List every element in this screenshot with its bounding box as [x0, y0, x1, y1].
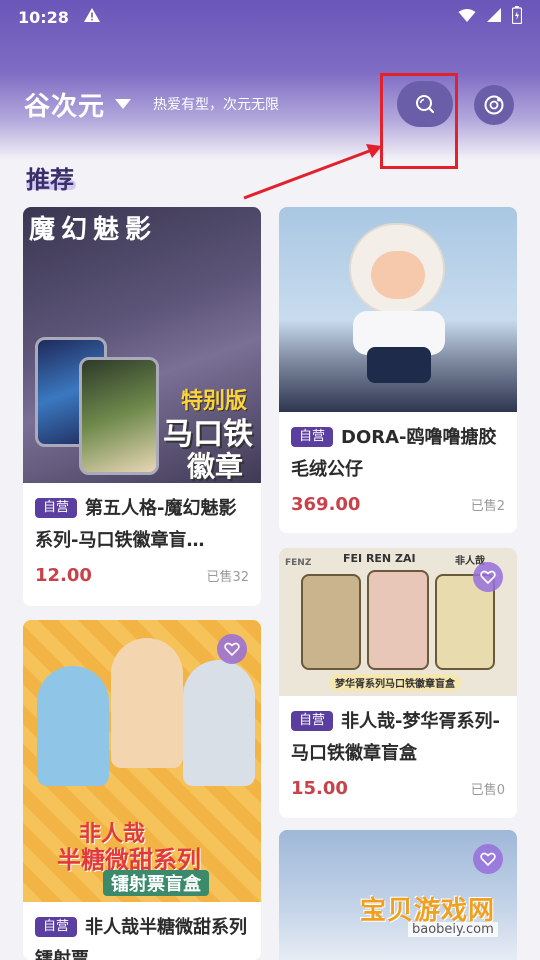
doll-legs	[367, 347, 431, 383]
image-brand-left: FENZ	[285, 558, 312, 568]
image-label-badge: 徽章	[187, 450, 244, 483]
product-price: 15.00	[291, 778, 348, 799]
character-art	[367, 570, 429, 670]
sold-count: 已售2	[470, 499, 505, 514]
heart-icon	[480, 570, 496, 585]
image-title-text: 魔幻魅影	[29, 215, 158, 245]
image-series-text: 梦华胥系列马口铁徽章盲盒	[329, 674, 461, 691]
character-art	[37, 666, 109, 786]
favorite-button[interactable]	[473, 844, 503, 874]
character-art	[111, 638, 183, 768]
badge-art	[79, 357, 159, 475]
product-image: FEI REN ZAI FENZ 非人哉 梦华胥系列马口铁徽章盲盒	[279, 548, 517, 696]
product-price: 12.00	[35, 565, 92, 586]
product-image	[279, 207, 517, 412]
sold-count: 已售0	[470, 783, 505, 798]
product-name: 自营 DORA-鸥噜噜搪胶毛绒公仔	[291, 422, 505, 486]
heart-icon	[224, 642, 240, 657]
doll-face	[371, 251, 425, 299]
product-card[interactable]: 魔幻魅影 特别版 马口铁 徽章 自营 第五人格-魔幻魅影系列-马口铁徽章盲… 12…	[23, 207, 261, 606]
self-operated-badge: 自营	[291, 427, 334, 447]
section-title: 推荐	[26, 166, 74, 194]
product-name: 自营 非人哉半糖微甜系列镭射票	[35, 912, 249, 960]
character-art	[301, 574, 361, 670]
product-name: 自营 第五人格-魔幻魅影系列-马口铁徽章盲…	[35, 493, 249, 557]
product-price: 369.00	[291, 494, 361, 515]
self-operated-badge: 自营	[35, 917, 78, 937]
favorite-button[interactable]	[473, 562, 503, 592]
heart-icon	[480, 852, 496, 867]
self-operated-badge: 自营	[35, 498, 78, 518]
product-card[interactable]: 自营 DORA-鸥噜噜搪胶毛绒公仔 369.00 已售2	[279, 207, 517, 533]
character-art	[183, 660, 255, 786]
favorite-button[interactable]	[217, 634, 247, 664]
image-subtitle-text: 镭射票盲盒	[103, 870, 209, 896]
sold-count: 已售32	[206, 570, 249, 585]
product-name: 自营 非人哉-梦华胥系列-马口铁徽章盲盒	[291, 706, 505, 770]
product-card[interactable]: FEI REN ZAI FENZ 非人哉 梦华胥系列马口铁徽章盲盒 自营 非人哉-…	[279, 548, 517, 818]
image-brand-text: FEI REN ZAI	[343, 552, 416, 565]
watermark-url: baobeiy.com	[408, 922, 498, 937]
product-card[interactable]: 非人哉 半糖微甜系列 镭射票盲盒 自营 非人哉半糖微甜系列镭射票	[23, 620, 261, 960]
self-operated-badge: 自营	[291, 711, 334, 731]
product-image: 非人哉 半糖微甜系列 镭射票盲盒	[23, 620, 261, 902]
product-image: 魔幻魅影 特别版 马口铁 徽章	[23, 207, 261, 483]
